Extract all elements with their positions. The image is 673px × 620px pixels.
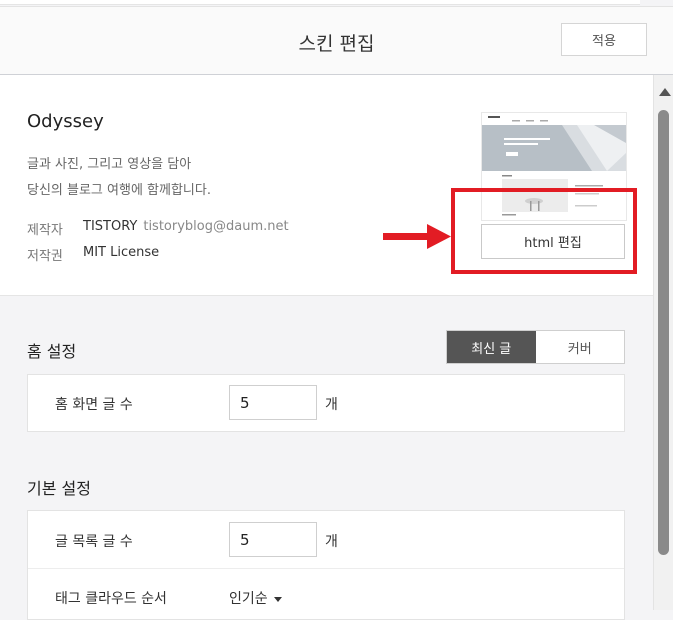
scroll-up-icon[interactable] — [659, 88, 671, 96]
skin-info-panel: Odyssey 글과 사진, 그리고 영상을 담아 당신의 블로그 여행에 함께… — [0, 75, 653, 296]
home-settings-card: 홈 화면 글 수 개 — [27, 374, 625, 432]
apply-button[interactable]: 적용 — [561, 23, 647, 56]
highlight-box — [451, 188, 637, 274]
toggle-cover[interactable]: 커버 — [535, 331, 624, 363]
tag-cloud-order-label: 태그 클라우드 순서 — [55, 591, 167, 607]
author-email: tistoryblog@daum.net — [143, 219, 289, 234]
home-post-count-label: 홈 화면 글 수 — [55, 397, 133, 413]
home-settings-title: 홈 설정 — [27, 342, 77, 361]
license-value: MIT License — [83, 245, 160, 260]
author-label: 제작자 — [27, 223, 63, 238]
toggle-latest-posts[interactable]: 최신 글 — [447, 331, 536, 363]
arrow-right-icon — [383, 224, 451, 249]
basic-settings-title: 기본 설정 — [27, 479, 91, 498]
skin-description-line2: 당신의 블로그 여행에 함께합니다. — [27, 183, 211, 198]
list-post-count-unit: 개 — [325, 534, 338, 550]
author-name: TISTORY — [83, 219, 138, 234]
home-post-count-input[interactable] — [229, 385, 317, 420]
header: 스킨 편집 적용 — [0, 6, 673, 76]
scrollbar[interactable] — [653, 75, 673, 610]
list-post-count-label: 글 목록 글 수 — [55, 534, 133, 550]
basic-settings-card: 글 목록 글 수 개 태그 클라우드 순서 인기순 — [27, 510, 625, 620]
scrollbar-thumb[interactable] — [658, 110, 669, 555]
list-post-count-input[interactable] — [229, 522, 317, 557]
top-edge — [0, 0, 640, 5]
license-label: 저작권 — [27, 249, 63, 264]
row-divider — [28, 568, 624, 569]
home-display-toggle: 최신 글 커버 — [446, 330, 625, 364]
tag-cloud-order-value: 인기순 — [229, 591, 268, 607]
tag-cloud-order-select[interactable]: 인기순 — [229, 588, 282, 608]
home-post-count-unit: 개 — [325, 397, 338, 413]
skin-name: Odyssey — [27, 111, 104, 132]
caret-down-icon — [273, 596, 282, 602]
skin-description-line1: 글과 사진, 그리고 영상을 담아 — [27, 157, 192, 172]
author-value: TISTORY tistoryblog@daum.net — [83, 219, 289, 234]
